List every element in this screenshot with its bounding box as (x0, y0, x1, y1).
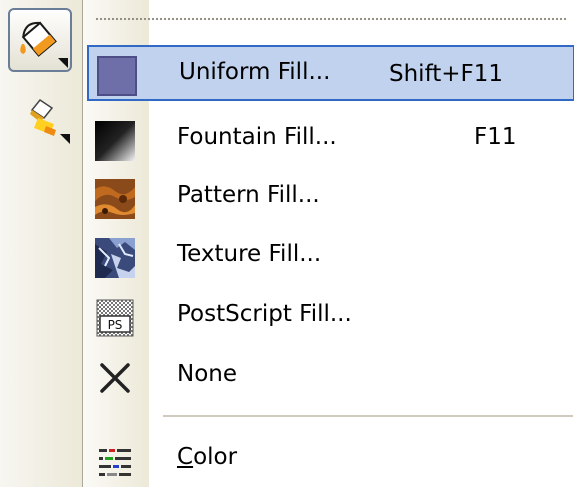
menu-item-texture-fill[interactable]: Texture Fill... (83, 227, 574, 283)
texture-fill-icon (95, 238, 135, 278)
color-mnemonic: C (177, 444, 194, 470)
fill-flyout-menu: Uniform Fill... Shift+F11 Fountain Fill.… (82, 0, 574, 487)
menu-separator (163, 415, 573, 417)
menu-item-label: Pattern Fill... (177, 182, 320, 208)
menu-item-fountain-fill[interactable]: Fountain Fill... F11 (83, 110, 574, 166)
menu-item-color[interactable]: Color (83, 430, 574, 486)
menu-item-label: Uniform Fill... (179, 59, 331, 85)
menu-item-label: None (177, 361, 238, 387)
fill-tool-button[interactable] (8, 8, 72, 72)
toolbox (0, 0, 83, 487)
fountain-fill-icon (95, 121, 135, 161)
color-label-rest: olor (193, 444, 238, 470)
menu-item-uniform-fill[interactable]: Uniform Fill... Shift+F11 (87, 45, 574, 101)
menu-item-pattern-fill[interactable]: Pattern Fill... (83, 168, 574, 224)
color-docker-icon (95, 441, 135, 481)
no-fill-icon (95, 358, 135, 398)
interactive-fill-icon (30, 98, 70, 144)
menu-item-none[interactable]: None (83, 347, 574, 403)
menu-item-label: PostScript Fill... (177, 301, 352, 327)
paint-bucket-icon (20, 21, 68, 68)
pattern-fill-icon (95, 179, 135, 219)
menu-item-shortcut: F11 (474, 124, 517, 150)
menu-item-label: Texture Fill... (177, 241, 322, 267)
menu-item-shortcut: Shift+F11 (389, 61, 504, 87)
postscript-fill-icon: PS (95, 298, 135, 338)
uniform-fill-icon (97, 56, 137, 96)
interactive-fill-tool-button[interactable] (24, 94, 76, 146)
menu-item-label: Fountain Fill... (177, 124, 337, 150)
svg-text:PS: PS (108, 318, 123, 332)
menu-item-label: Color (177, 444, 237, 470)
menu-item-postscript-fill[interactable]: PS PostScript Fill... (83, 287, 574, 343)
tear-off-grip[interactable] (95, 17, 567, 21)
